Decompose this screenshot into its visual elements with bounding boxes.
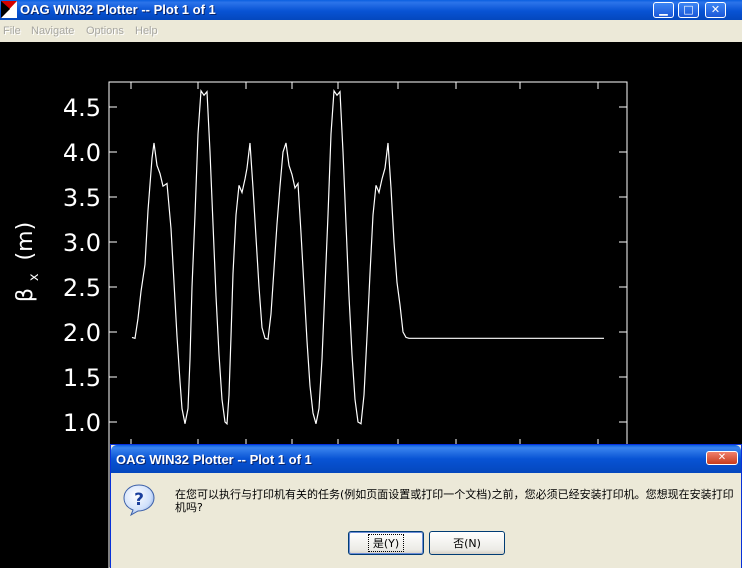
app-icon-black-part xyxy=(1,1,10,18)
y-axis-label-unit: (m) xyxy=(13,222,38,261)
y-tick-label: 1.0 xyxy=(63,409,101,437)
y-axis-label-symbol: β xyxy=(13,288,38,302)
question-icon: ? xyxy=(123,484,155,517)
minimize-icon: ▁ xyxy=(659,3,668,16)
y-tick-label: 3.5 xyxy=(63,184,101,212)
dialog-title: OAG WIN32 Plotter -- Plot 1 of 1 xyxy=(116,452,312,467)
dialog-titlebar[interactable]: OAG WIN32 Plotter -- Plot 1 of 1 ✕ xyxy=(111,445,741,473)
window-titlebar[interactable]: OAG WIN32 Plotter -- Plot 1 of 1 ▁ □ ✕ xyxy=(0,0,742,20)
dialog-close-button[interactable]: ✕ xyxy=(706,451,738,465)
window-title: OAG WIN32 Plotter -- Plot 1 of 1 xyxy=(20,2,216,17)
y-tick-label: 1.5 xyxy=(63,364,101,392)
menu-bar: File Navigate Options Help xyxy=(0,20,742,42)
no-button[interactable]: 否(N) xyxy=(429,531,505,555)
y-tick-label: 4.0 xyxy=(63,139,101,167)
print-setup-dialog: OAG WIN32 Plotter -- Plot 1 of 1 ✕ ? 在您可… xyxy=(110,444,742,568)
svg-text:?: ? xyxy=(134,490,144,510)
y-axis-ticks xyxy=(109,106,627,423)
y-tick-label: 2.0 xyxy=(63,319,101,347)
app-icon[interactable] xyxy=(1,1,17,18)
maximize-button[interactable]: □ xyxy=(678,2,699,18)
y-axis-label: β x (m) xyxy=(13,222,44,302)
menu-help[interactable]: Help xyxy=(135,25,158,37)
close-icon: ✕ xyxy=(710,3,721,16)
menu-options[interactable]: Options xyxy=(86,25,124,37)
menu-file[interactable]: File xyxy=(3,25,21,37)
y-axis-tick-labels: 1.0 1.5 2.0 2.5 3.0 3.5 4.0 4.5 xyxy=(63,94,101,437)
y-tick-label: 3.0 xyxy=(63,229,101,257)
no-button-label: 否(N) xyxy=(453,537,481,550)
y-tick-label: 2.5 xyxy=(63,274,101,302)
beta-x-series-line xyxy=(131,89,604,426)
y-axis-label-subscript: x xyxy=(27,273,42,281)
menu-navigate[interactable]: Navigate xyxy=(31,25,74,37)
dialog-message: 在您可以执行与打印机有关的任务(例如页面设置或打印一个文档)之前，您必须已经安装… xyxy=(175,488,734,514)
minimize-button[interactable]: ▁ xyxy=(653,2,674,18)
yes-button-label: 是(Y) xyxy=(367,534,405,552)
dialog-close-icon: ✕ xyxy=(717,452,727,463)
maximize-icon: □ xyxy=(683,3,694,16)
y-tick-label: 4.5 xyxy=(63,94,101,122)
yes-button[interactable]: 是(Y) xyxy=(348,531,424,555)
close-button[interactable]: ✕ xyxy=(705,2,726,18)
